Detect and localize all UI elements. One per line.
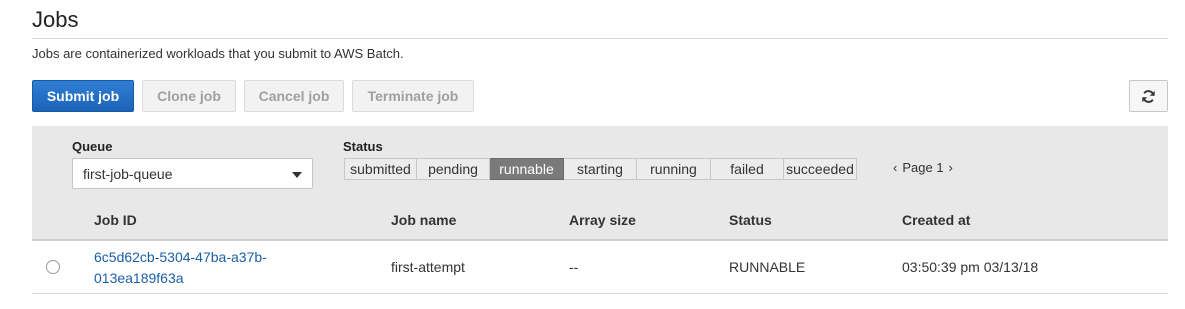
status-filter-runnable[interactable]: runnable bbox=[490, 158, 564, 180]
status-filter-pending[interactable]: pending bbox=[417, 158, 490, 180]
column-header-job-id[interactable]: Job ID bbox=[94, 212, 137, 228]
page-indicator: Page 1 bbox=[902, 160, 944, 175]
submit-job-button[interactable]: Submit job bbox=[32, 80, 134, 112]
cancel-job-button[interactable]: Cancel job bbox=[244, 80, 344, 112]
row-select-radio[interactable] bbox=[46, 260, 60, 274]
job-id-part-2: 013ea189f63a bbox=[94, 270, 184, 286]
job-name-cell: first-attempt bbox=[391, 259, 465, 275]
queue-select[interactable]: first-job-queue bbox=[72, 158, 313, 189]
column-header-job-name[interactable]: Job name bbox=[391, 212, 456, 228]
chevron-right-icon[interactable]: › bbox=[949, 160, 953, 175]
column-header-status[interactable]: Status bbox=[729, 212, 772, 228]
status-filter-group: submitted pending runnable starting runn… bbox=[344, 158, 857, 180]
refresh-button[interactable] bbox=[1129, 80, 1168, 112]
clone-job-button[interactable]: Clone job bbox=[142, 80, 236, 112]
page-title: Jobs bbox=[32, 7, 79, 32]
queue-select-value: first-job-queue bbox=[83, 165, 173, 182]
terminate-job-button[interactable]: Terminate job bbox=[352, 80, 474, 112]
title-divider bbox=[32, 38, 1168, 39]
status-filter-failed[interactable]: failed bbox=[711, 158, 784, 180]
status-filter-succeeded[interactable]: succeeded bbox=[784, 158, 857, 180]
status-filter-running[interactable]: running bbox=[637, 158, 711, 180]
refresh-icon bbox=[1142, 89, 1155, 103]
status-label: Status bbox=[343, 139, 383, 154]
array-size-cell: -- bbox=[569, 259, 579, 275]
row-divider bbox=[32, 293, 1168, 294]
job-id-part-1: 6c5d62cb-5304-47ba-a37b- bbox=[94, 249, 267, 265]
page-description: Jobs are containerized workloads that yo… bbox=[32, 46, 404, 61]
job-id-link[interactable]: 6c5d62cb-5304-47ba-a37b- 013ea189f63a bbox=[94, 247, 284, 289]
status-cell: RUNNABLE bbox=[729, 259, 806, 275]
pagination: ‹ Page 1 › bbox=[893, 160, 953, 175]
status-filter-starting[interactable]: starting bbox=[564, 158, 637, 180]
column-header-created-at[interactable]: Created at bbox=[902, 212, 970, 228]
status-filter-submitted[interactable]: submitted bbox=[344, 158, 417, 180]
queue-label: Queue bbox=[72, 139, 113, 154]
column-header-array-size[interactable]: Array size bbox=[569, 212, 636, 228]
chevron-left-icon[interactable]: ‹ bbox=[893, 160, 897, 175]
created-at-cell: 03:50:39 pm 03/13/18 bbox=[902, 259, 1039, 275]
chevron-down-icon bbox=[292, 172, 302, 178]
